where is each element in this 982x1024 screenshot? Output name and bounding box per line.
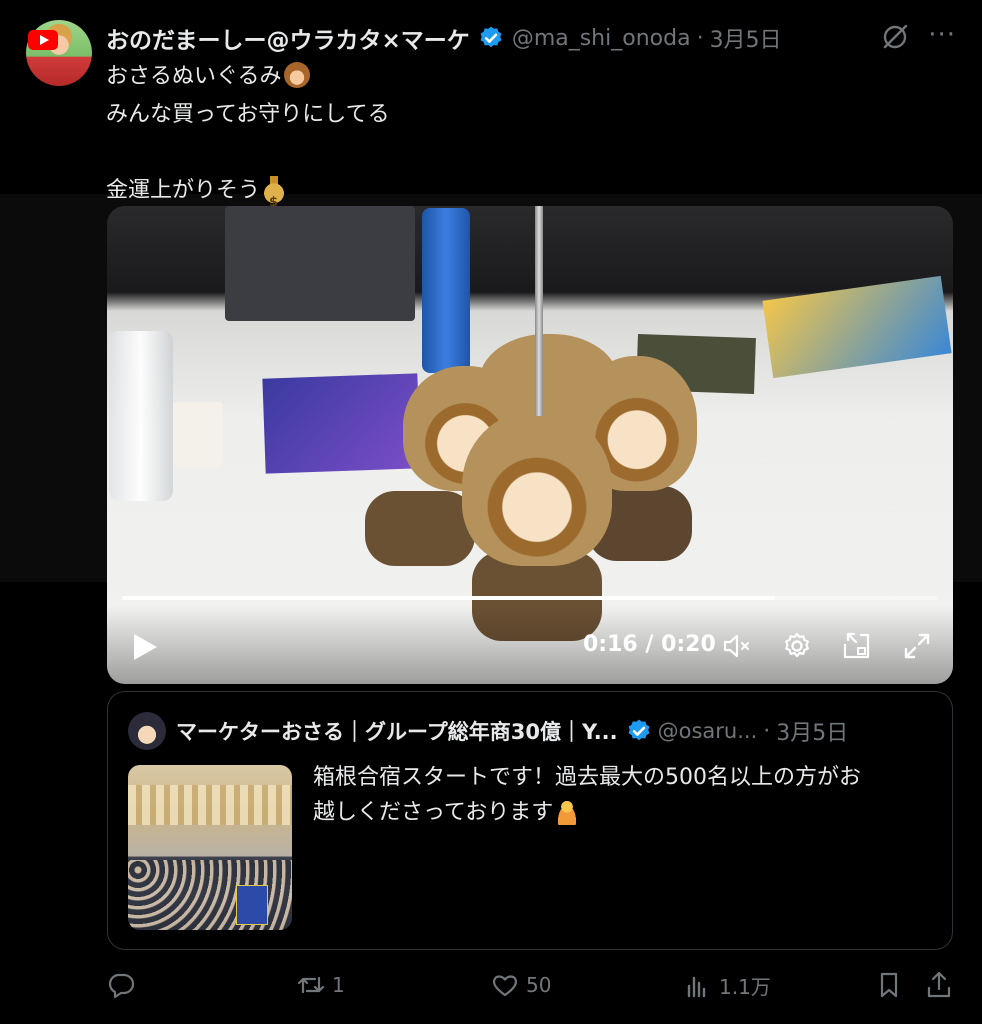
grok-icon[interactable] [880,22,910,52]
bookmark-icon [880,972,898,998]
tweet-date[interactable]: 3月5日 [710,22,782,54]
video-frame-tumbler [422,208,470,373]
retweet-icon [297,976,325,994]
reply-icon [108,973,135,999]
reply-button[interactable] [106,970,142,1000]
quote-author-handle[interactable]: @osaru... [658,719,758,743]
quote-thumbnail[interactable] [128,765,292,930]
share-icon [927,971,951,998]
person-bowing-emoji-icon [553,797,582,825]
tweet-line-1: おさるぬいぐるみ [106,58,956,96]
youtube-badge-icon [28,30,58,50]
video-frame-plush-front [462,411,612,566]
retweet-count: 1 [332,973,345,997]
quote-text: 箱根合宿スタートです！過去最大の500名以上の方がお 越しくださっております [313,760,933,830]
video-frame-water-bottle [109,331,173,501]
author-handle[interactable]: @ma_shi_onoda [512,26,691,51]
play-icon[interactable] [131,632,159,662]
bookmark-button[interactable] [874,970,904,1000]
like-icon [493,975,517,997]
video-progress-bar[interactable] [122,596,938,600]
video-frame-pole [535,206,543,416]
video-frame-cup [173,402,223,468]
fullscreen-icon[interactable] [901,630,933,662]
views-icon [687,976,706,998]
video-frame-book [262,373,421,474]
picture-in-picture-icon[interactable] [841,630,873,662]
video-player[interactable]: 0:16 / 0:20 [107,206,953,684]
author-name[interactable]: おのだまーしー@ウラカタ×マーケ [106,21,470,55]
quote-text-line-1: 箱根合宿スタートです！過去最大の500名以上の方がお [313,765,861,790]
verified-badge-icon [628,719,650,741]
verified-badge-icon [480,26,502,48]
header-separator: · [696,25,704,51]
quote-separator: · [763,718,771,744]
quote-date[interactable]: 3月5日 [776,715,848,747]
views-count: 1.1万 [719,974,771,999]
tweet-text: おさるぬいぐるみ みんな買ってお守りにしてる 金運上がりそう [106,58,956,222]
views-button[interactable]: 1.1万 [683,970,771,1000]
mute-icon[interactable] [721,630,753,662]
retweet-button[interactable]: 1 [296,970,345,1000]
settings-icon[interactable] [781,630,813,662]
video-progress-fill [122,596,775,600]
video-controls: 0:16 / 0:20 [107,606,953,684]
quote-avatar[interactable] [128,712,166,750]
tweet-line-4: 金運上がりそう [106,172,956,222]
monkey-emoji-icon [283,62,310,88]
like-count: 50 [526,973,552,997]
video-frame-laptop [225,206,415,321]
share-button[interactable] [924,970,954,1000]
quote-text-line-2: 越しくださっております [313,795,933,830]
action-bar: 1 50 1.1万 [106,970,956,1006]
tweet-line-3 [106,134,956,172]
more-icon[interactable]: ··· [928,20,956,50]
video-frame-magazine [762,275,952,379]
quote-thumbnail-banner [236,885,268,925]
money-bag-emoji-icon [262,175,287,222]
quote-author-name[interactable]: マーケターおさる｜グループ総年商30億｜Y... [176,716,618,746]
quote-header: マーケターおさる｜グループ総年商30億｜Y... @osaru... · 3月5… [176,714,932,748]
video-timecode: 0:16 / 0:20 [583,632,716,657]
tweet-header: おのだまーしー@ウラカタ×マーケ @ma_shi_onoda · 3月5日 [106,20,962,56]
quote-tweet-card[interactable]: マーケターおさる｜グループ総年商30億｜Y... @osaru... · 3月5… [107,691,953,950]
tweet-line-2: みんな買ってお守りにしてる [106,102,390,127]
video-frame-plush-body [365,491,475,566]
like-button[interactable]: 50 [490,970,551,1000]
